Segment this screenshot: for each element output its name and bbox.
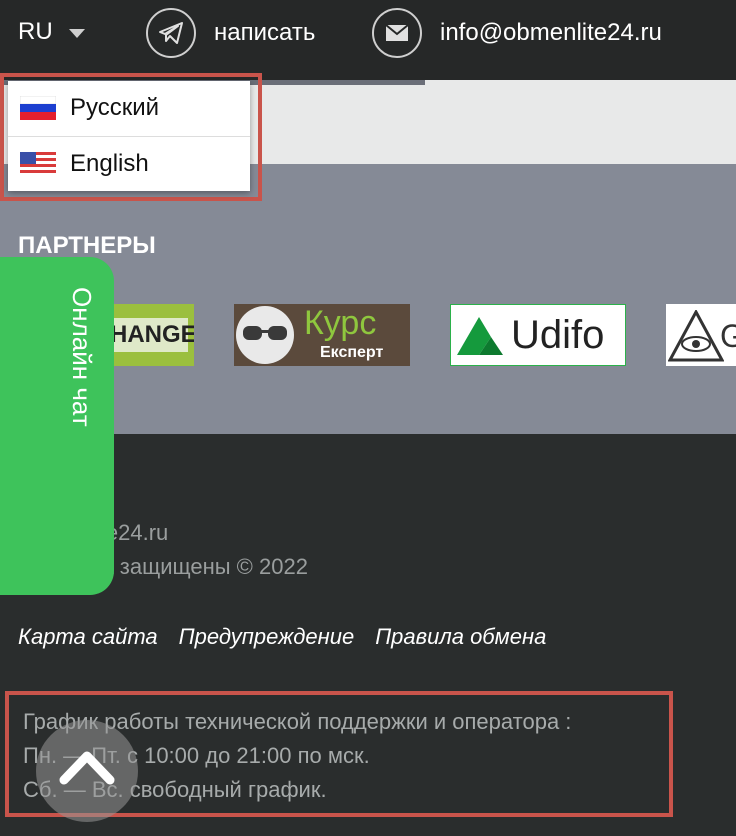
partner-logo-udifo[interactable]: Udifo	[450, 304, 626, 366]
language-option-russian[interactable]: Русский	[8, 81, 250, 135]
online-chat-label: Онлайн чат	[67, 287, 97, 427]
top-bar: RU написать info@obmenlite24.ru	[0, 0, 736, 80]
partners-title: ПАРТНЕРЫ	[18, 232, 156, 259]
email-address: info@obmenlite24.ru	[440, 19, 662, 46]
partner-logo-exchange[interactable]: HANGE	[106, 304, 194, 366]
footer-rights: ва защищены © 2022	[90, 554, 308, 579]
write-link[interactable]: написать	[146, 8, 315, 58]
scroll-to-top-button[interactable]	[36, 720, 138, 822]
ru-flag-icon	[20, 96, 56, 120]
language-label-english: English	[70, 150, 149, 177]
online-chat-tab[interactable]: Онлайн чат	[0, 257, 114, 595]
footer-links: Карта сайта Предупреждение Правила обмен…	[18, 624, 546, 650]
footer-link-warning[interactable]: Предупреждение	[179, 624, 355, 650]
footer-link-exchange-rules[interactable]: Правила обмена	[375, 624, 546, 650]
footer-link-sitemap[interactable]: Карта сайта	[18, 624, 158, 650]
email-link[interactable]: info@obmenlite24.ru	[372, 8, 662, 58]
telegram-icon	[146, 8, 196, 58]
language-dropdown: Русский English	[0, 73, 262, 201]
envelope-icon	[372, 8, 422, 58]
current-language: RU	[18, 18, 53, 45]
chevron-up-icon	[59, 751, 115, 785]
write-label: написать	[214, 19, 316, 46]
chevron-down-icon	[68, 28, 85, 38]
us-flag-icon	[20, 152, 56, 176]
language-label-russian: Русский	[70, 94, 160, 121]
language-option-english[interactable]: English	[8, 137, 250, 191]
partner-logo-eye[interactable]: G	[666, 304, 736, 366]
language-toggle[interactable]: RU	[18, 18, 85, 46]
partner-logo-kurs-expert[interactable]: Курс Експерт	[234, 304, 410, 366]
language-menu: Русский English	[8, 81, 250, 191]
